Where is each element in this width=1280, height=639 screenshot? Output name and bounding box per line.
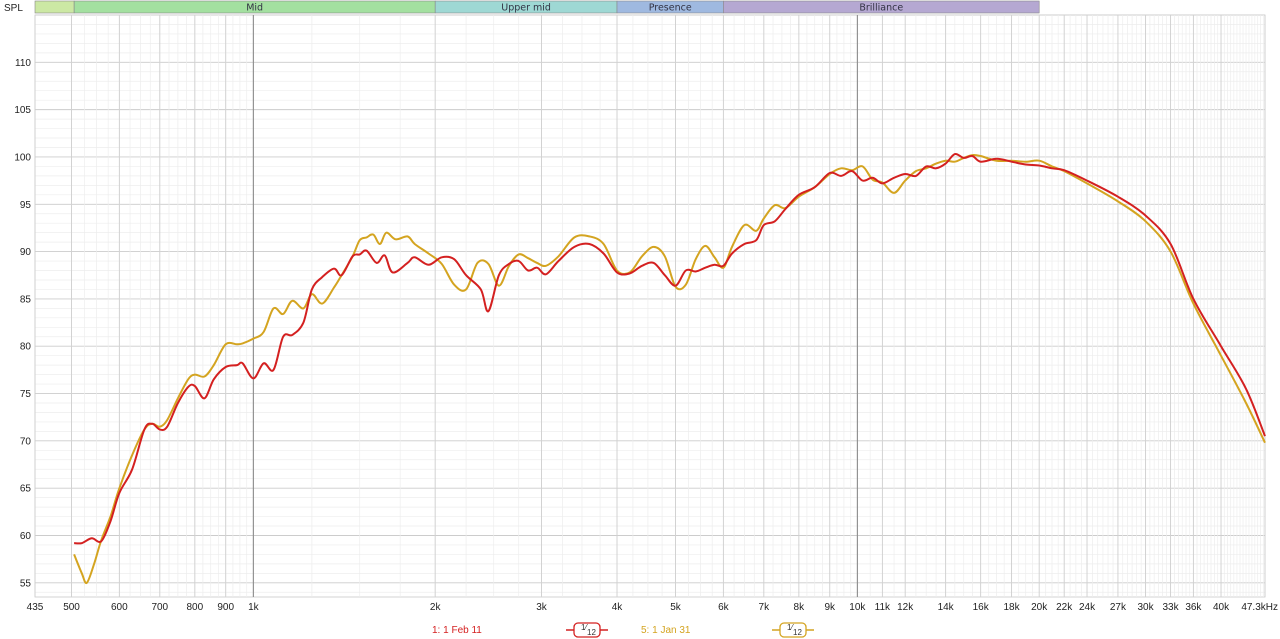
- band-0: [34, 0, 75, 14]
- series-line-0: [74, 152, 1266, 545]
- band-label-3: Presence: [649, 3, 692, 14]
- series-lines: [73, 152, 1266, 585]
- x-tick-8k: 8k: [794, 602, 806, 613]
- x-tick-1k: 1k: [248, 602, 260, 613]
- y-tick-95: 95: [20, 200, 32, 211]
- legend-label-1: 5: 1 Jan 31: [641, 625, 691, 636]
- x-tick-30k: 30k: [1137, 602, 1154, 613]
- x-tick-600: 600: [111, 602, 128, 613]
- x-tick-36k: 36k: [1185, 602, 1202, 613]
- x-tick-500: 500: [63, 602, 80, 613]
- x-tick-3k: 3k: [536, 602, 548, 613]
- y-tick-55: 55: [20, 578, 32, 589]
- y-tick-100: 100: [14, 152, 31, 163]
- band-label-4: Brilliance: [859, 3, 903, 14]
- y-tick-105: 105: [14, 105, 31, 116]
- frequency-bands: Mid Upper mid Presence Brilliance: [34, 0, 1040, 14]
- y-tick-90: 90: [20, 247, 32, 258]
- x-tick-4k: 4k: [612, 602, 624, 613]
- legend-badge-den-0: 12: [587, 628, 596, 637]
- x-tick-labels: 435 500 600 700 800 900 1k 2k 3k 4k 5k 6k 7k 8k 9k 10k 1…: [27, 602, 1278, 613]
- y-tick-85: 85: [20, 294, 32, 305]
- x-tick-18k: 18k: [1003, 602, 1020, 613]
- x-tick-9k: 9k: [824, 602, 836, 613]
- x-tick-900: 900: [217, 602, 234, 613]
- band-label-2: Upper mid: [501, 3, 551, 14]
- x-tick-10k: 10k: [849, 602, 866, 613]
- x-tick-40k: 40k: [1213, 602, 1230, 613]
- spl-label: SPL: [4, 3, 23, 14]
- x-tick-22k: 22k: [1056, 602, 1073, 613]
- x-tick-16k: 16k: [973, 602, 990, 613]
- x-tick-435: 435: [27, 602, 44, 613]
- x-tick-24k: 24k: [1079, 602, 1096, 613]
- y-tick-65: 65: [20, 484, 32, 495]
- y-tick-60: 60: [20, 531, 32, 542]
- x-tick-33k: 33k: [1163, 602, 1180, 613]
- x-tick-20k: 20k: [1031, 602, 1048, 613]
- y-tick-75: 75: [20, 389, 32, 400]
- x-tick-14k: 14k: [938, 602, 955, 613]
- y-tick-labels: 55 60 65 70 75 80 85 90 95 100 105 110: [14, 58, 31, 589]
- band-label-1: Mid: [246, 3, 263, 14]
- x-tick-27k: 27k: [1110, 602, 1127, 613]
- x-tick-5k: 5k: [670, 602, 682, 613]
- y-tick-110: 110: [15, 58, 31, 69]
- x-tick-47.3kHz: 47.3kHz: [1241, 602, 1278, 613]
- x-tick-700: 700: [151, 602, 168, 613]
- legend-label-0: 1: 1 Feb 11: [432, 625, 482, 636]
- x-tick-6k: 6k: [718, 602, 730, 613]
- series-line-1: [73, 153, 1266, 585]
- legend: 1: 1 Feb 11 1⁄12 5: 1 Jan 31 1⁄12: [432, 622, 814, 638]
- x-tick-800: 800: [186, 602, 203, 613]
- x-tick-7k: 7k: [759, 602, 771, 613]
- y-tick-80: 80: [20, 342, 32, 353]
- frequency-response-chart: Mid Upper mid Presence Brilliance SPL 55 60 6…: [4, 0, 1278, 638]
- x-tick-2k: 2k: [430, 602, 442, 613]
- x-tick-11k: 11k: [875, 602, 891, 613]
- y-tick-70: 70: [20, 436, 32, 447]
- grid: [34, 14, 1266, 598]
- legend-badge-den-1: 12: [793, 628, 802, 637]
- plot-frame: [34, 14, 1266, 598]
- x-tick-12k: 12k: [897, 602, 914, 613]
